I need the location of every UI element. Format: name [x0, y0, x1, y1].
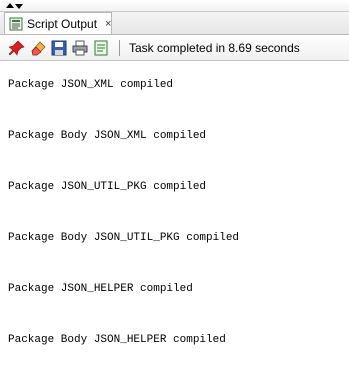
- output-line: Package JSON_HELPER compiled: [8, 283, 193, 295]
- tab-label: Script Output: [27, 16, 98, 31]
- pin-icon[interactable]: [9, 40, 25, 56]
- save-icon[interactable]: [51, 40, 67, 56]
- output-line: Package JSON_UTIL_PKG compiled: [8, 181, 207, 193]
- tab-script-output[interactable]: Script Output ×: [4, 12, 112, 34]
- panel-top-strip: [0, 0, 349, 12]
- tab-bar: Script Output ×: [0, 12, 349, 35]
- script-output-area[interactable]: Package JSON_XML compiled Package Body J…: [0, 61, 349, 365]
- open-file-icon[interactable]: [93, 40, 109, 56]
- toolbar: Task completed in 8.69 seconds: [0, 35, 349, 61]
- collapse-up-icon[interactable]: [6, 3, 14, 8]
- output-line: Package Body JSON_UTIL_PKG compiled: [8, 232, 240, 244]
- print-icon[interactable]: [72, 40, 88, 56]
- close-icon[interactable]: ×: [105, 18, 111, 30]
- output-line: Package JSON_XML compiled: [8, 79, 174, 91]
- task-status-text: Task completed in 8.69 seconds: [129, 40, 300, 55]
- expand-down-icon[interactable]: [15, 4, 23, 9]
- eraser-icon[interactable]: [30, 40, 46, 56]
- output-line: Package Body JSON_XML compiled: [8, 130, 207, 142]
- script-output-icon: [9, 17, 23, 31]
- toolbar-separator: [119, 39, 120, 56]
- output-line: Package Body JSON_HELPER compiled: [8, 334, 226, 346]
